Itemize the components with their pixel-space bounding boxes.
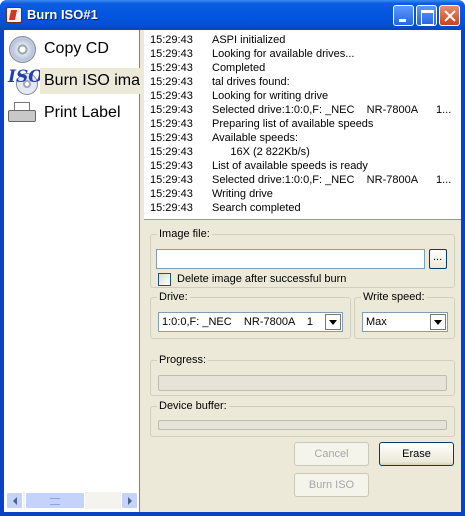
- write-speed-select[interactable]: Max: [362, 312, 448, 332]
- log-time: 15:29:43: [150, 48, 193, 60]
- client-area: Copy CD ISO Burn ISO image Print Label: [4, 30, 461, 512]
- nav-item-copy-cd[interactable]: Copy CD: [4, 33, 140, 65]
- log-time: 15:29:43: [150, 188, 193, 200]
- log-time: 15:29:43: [150, 76, 193, 88]
- drive-select[interactable]: 1:0:0,F: _NEC NR-7800A 1: [158, 312, 343, 332]
- nav-item-burn-iso[interactable]: ISO Burn ISO image: [4, 65, 140, 97]
- scroll-thumb[interactable]: [25, 492, 85, 509]
- log-list[interactable]: 15:29:43 ASPI initialized 15:29:43 Looking …: [144, 30, 461, 220]
- log-message: Search completed: [212, 202, 301, 214]
- nav-horizontal-scrollbar[interactable]: [6, 492, 138, 509]
- maximize-button[interactable]: [416, 5, 437, 26]
- log-time: 15:29:43: [150, 146, 193, 158]
- nav-item-print-label[interactable]: Print Label: [4, 97, 140, 129]
- erase-button[interactable]: Erase: [379, 442, 454, 466]
- log-message: 16X (2 822Kb/s): [212, 146, 310, 158]
- log-message: Selected drive:1:0:0,F: _NEC NR-7800A: [212, 174, 419, 186]
- log-message: tal drives found:: [212, 76, 290, 88]
- app-icon: [6, 7, 22, 23]
- log-message: Writing drive: [212, 188, 273, 200]
- burn-iso-button[interactable]: Burn ISO: [294, 473, 369, 497]
- log-message: List of available speeds is ready: [212, 160, 368, 172]
- nav-item-label: Copy CD: [44, 40, 109, 57]
- chevron-down-icon[interactable]: [430, 314, 446, 330]
- log-time: 15:29:43: [150, 132, 193, 144]
- image-file-input[interactable]: [156, 249, 425, 269]
- progress-group-label: Progress:: [157, 354, 209, 366]
- log-time: 15:29:43: [150, 62, 193, 74]
- log-extra: 1...: [436, 174, 452, 186]
- nav-item-label: Burn ISO image: [40, 68, 140, 94]
- log-message: Looking for available drives...: [212, 48, 355, 60]
- scroll-right-button[interactable]: [121, 492, 138, 509]
- progress-bar: [158, 375, 447, 391]
- image-file-group: Image file: Delete image after successfu…: [150, 228, 455, 288]
- drive-group: Drive: 1:0:0,F: _NEC NR-7800A 1: [150, 291, 351, 339]
- scroll-left-button[interactable]: [6, 492, 23, 509]
- log-time: 15:29:43: [150, 90, 193, 102]
- drive-select-value: 1:0:0,F: _NEC NR-7800A 1: [162, 316, 314, 328]
- cancel-button[interactable]: Cancel: [294, 442, 369, 466]
- window-title: Burn ISO#1: [27, 7, 98, 22]
- progress-group: Progress:: [150, 354, 455, 396]
- log-message: Completed: [212, 62, 266, 74]
- write-speed-group-label: Write speed:: [361, 291, 427, 303]
- log-time: 15:29:43: [150, 34, 193, 46]
- log-time: 15:29:43: [150, 118, 193, 130]
- cd-icon: [9, 36, 36, 63]
- log-time: 15:29:43: [150, 202, 193, 214]
- minimize-button[interactable]: [393, 5, 414, 26]
- log-time: 15:29:43: [150, 104, 193, 116]
- device-buffer-bar: [158, 420, 447, 430]
- printer-icon: [8, 102, 36, 124]
- write-speed-group: Write speed: Max: [354, 291, 455, 339]
- log-time: 15:29:43: [150, 174, 193, 186]
- browse-button[interactable]: [429, 249, 447, 269]
- log-time: 15:29:43: [150, 160, 193, 172]
- device-buffer-group: Device buffer:: [150, 400, 455, 437]
- image-file-group-label: Image file:: [157, 228, 212, 240]
- app-window: Burn ISO#1 Copy CD ISO Burn ISO image Pr…: [0, 0, 465, 516]
- log-message: Preparing list of available speeds: [212, 118, 374, 130]
- iso-icon: ISO: [8, 67, 43, 95]
- device-buffer-group-label: Device buffer:: [157, 400, 229, 412]
- nav-item-label: Print Label: [44, 104, 121, 121]
- log-message: Available speeds:: [212, 132, 299, 144]
- log-message: Selected drive:1:0:0,F: _NEC NR-7800A: [212, 104, 419, 116]
- log-message: ASPI initialized: [212, 34, 286, 46]
- delete-image-label: Delete image after successful burn: [177, 273, 347, 285]
- drive-group-label: Drive:: [157, 291, 190, 303]
- chevron-down-icon[interactable]: [325, 314, 341, 330]
- log-extra: 1...: [436, 104, 452, 116]
- nav-pane: Copy CD ISO Burn ISO image Print Label: [4, 30, 140, 512]
- title-bar[interactable]: Burn ISO#1: [0, 0, 465, 30]
- close-button[interactable]: [439, 5, 460, 26]
- delete-image-checkbox[interactable]: [158, 273, 171, 286]
- write-speed-select-value: Max: [366, 316, 387, 328]
- log-message: Looking for writing drive: [212, 90, 329, 102]
